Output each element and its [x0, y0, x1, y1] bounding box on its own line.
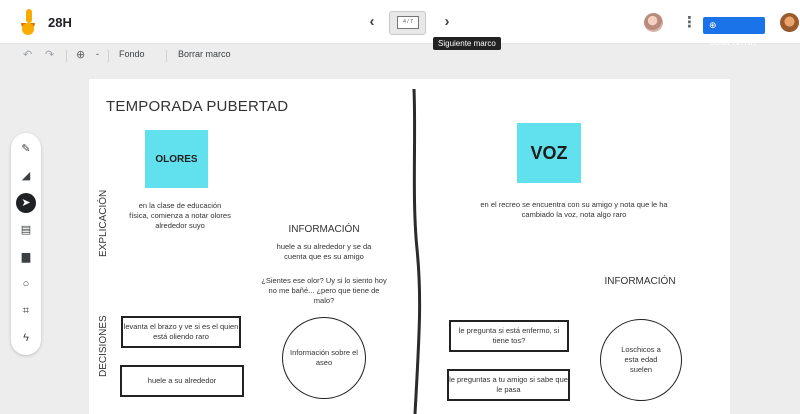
undo-icon[interactable]: ↶ [23, 48, 32, 61]
document-title[interactable]: 28H [48, 15, 72, 30]
sticky-note-icon[interactable]: ▤ [16, 220, 36, 240]
left-decision-box-2[interactable]: huele a su alrededor [120, 365, 244, 397]
divider-stroke [412, 88, 422, 414]
more-options-icon[interactable]: ⋮ [682, 13, 697, 33]
toolbar-divider [66, 50, 67, 62]
sticky-note-voz[interactable]: VOZ [517, 123, 581, 183]
toolbar-divider [166, 50, 167, 62]
image-icon[interactable]: ▆ [16, 247, 36, 267]
zoom-icon[interactable]: ⊕ [76, 48, 85, 61]
right-decision-box-1[interactable]: le pregunta si está enfermo, si tiene to… [449, 320, 569, 352]
redo-icon[interactable]: ↷ [45, 48, 54, 61]
left-explanation-text[interactable]: en la clase de educación física, comienz… [128, 201, 232, 231]
whiteboard-frame[interactable]: TEMPORADA PUBERTAD OLORES EXPLICACIÓN en… [89, 79, 730, 414]
person-add-icon: ⊕ [709, 20, 717, 30]
left-decision-box-1[interactable]: levanta el brazo y ve si es el quien est… [121, 316, 241, 348]
clear-frame-button[interactable]: Borrar marco [178, 49, 231, 59]
select-icon[interactable]: ➤ [16, 193, 36, 213]
toolbar-divider [108, 50, 109, 62]
board-title: TEMPORADA PUBERTAD [106, 98, 289, 115]
drawing-tools-panel: ✎ ◢ ➤ ▤ ▆ ○ ⌗ ϟ [11, 133, 41, 355]
left-questions-text[interactable]: ¿Sientes ese olor? Uy si lo siento hoy n… [259, 276, 389, 306]
left-info-circle[interactable]: Información sobre el aseo [282, 317, 366, 399]
account-avatar[interactable] [780, 13, 799, 32]
next-frame-tooltip: Siguiente marco [433, 37, 501, 50]
eraser-icon[interactable]: ◢ [16, 166, 36, 186]
decisions-label: DECISIONES [98, 315, 109, 377]
background-button[interactable]: Fondo [119, 49, 145, 59]
right-explanation-text[interactable]: en el recreo se encuentra con su amigo y… [467, 200, 681, 220]
left-info-heading[interactable]: INFORMACIÓN [269, 224, 379, 235]
explanation-label: EXPLICACIÓN [98, 189, 109, 257]
frame-indicator: 4 / 7 [397, 16, 419, 29]
edit-toolbar: ↶ ↷ ⊕ - Fondo Borrar marco [0, 44, 800, 68]
right-decision-box-2[interactable]: le preguntas a tu amigo si sabe que le p… [447, 369, 570, 401]
top-bar: 28H ‹ 4 / 7 › Siguiente marco ⋮ ⊕ COMPAR… [0, 0, 800, 50]
share-button[interactable]: ⊕ COMPARTIR [703, 17, 765, 47]
next-frame-icon[interactable]: › [437, 12, 457, 32]
zoom-dropdown[interactable]: - [96, 49, 99, 59]
right-info-heading[interactable]: INFORMACIÓN [597, 276, 683, 287]
pen-icon[interactable]: ✎ [16, 139, 36, 159]
jamboard-logo-icon[interactable] [18, 9, 38, 35]
sticky-note-olores[interactable]: OLORES [145, 130, 208, 188]
right-info-circle[interactable]: Loschicos a esta edad suelen [600, 319, 682, 401]
previous-frame-icon[interactable]: ‹ [362, 12, 382, 32]
circle-shape-icon[interactable]: ○ [16, 274, 36, 294]
left-info-text[interactable]: huele a su alrededor y se da cuenta que … [269, 242, 379, 262]
text-box-icon[interactable]: ⌗ [16, 301, 36, 321]
collaborator-avatar[interactable] [644, 13, 663, 32]
frame-bar-button[interactable]: 4 / 7 [389, 11, 426, 35]
laser-icon[interactable]: ϟ [16, 328, 36, 348]
